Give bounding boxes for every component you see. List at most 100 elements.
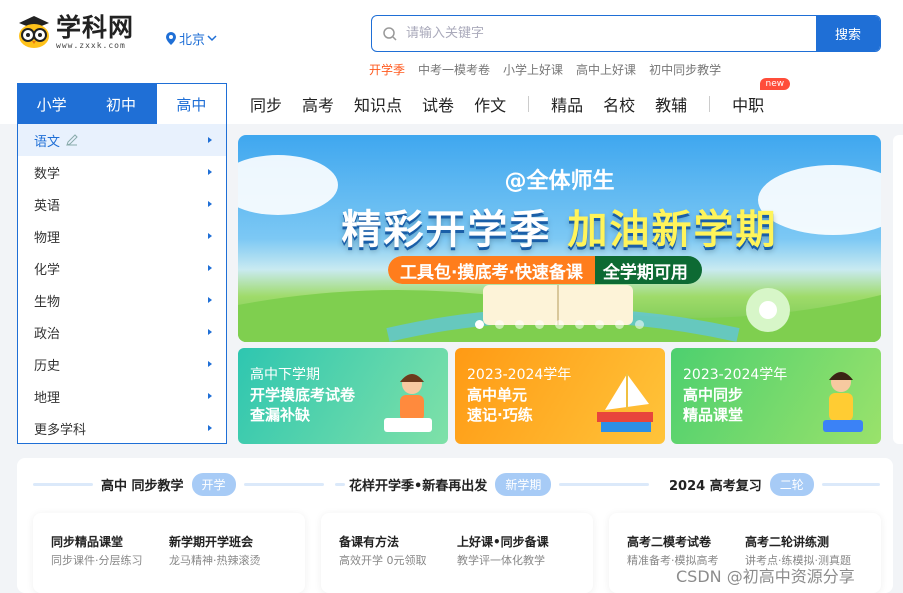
nav-item[interactable]: 知识点 — [354, 92, 402, 116]
carousel-dot[interactable] — [595, 320, 604, 329]
books-illustration-icon — [597, 374, 653, 432]
section-title: 花样开学季•新春再出发 — [349, 479, 488, 494]
caret-right-icon — [208, 137, 212, 143]
subject-label: 英语 — [34, 198, 61, 214]
section-badge: 开学 — [191, 473, 236, 496]
caret-right-icon — [208, 393, 212, 399]
site-logo[interactable]: 学科网 www.zxxk.com — [16, 14, 134, 50]
feature-desc: 教学评一体化教学 — [457, 554, 545, 567]
caret-right-icon — [208, 265, 212, 271]
hero-banner[interactable]: @全体师生 精彩开学季 加油新学期 工具包·摸底考·快速备课 全学期可用 — [238, 135, 881, 342]
nav-item[interactable]: 作文 — [474, 92, 506, 116]
nav-item[interactable]: 名校 — [603, 92, 635, 116]
hot-keyword[interactable]: 开学季 — [369, 61, 405, 78]
carousel-dot[interactable] — [615, 320, 624, 329]
banner-title-a: 精彩开学季 — [341, 207, 552, 253]
main-nav: 同步 高考 知识点 试卷 作文 精品 名校 教辅 中职 new — [250, 78, 791, 116]
promo-card[interactable]: 2023-2024学年 高中单元 速记·巧练 — [455, 348, 665, 444]
carousel-dot[interactable] — [555, 320, 564, 329]
feature-desc: 同步课件·分层练习 — [51, 554, 143, 567]
subject-item[interactable]: 生物 — [18, 284, 226, 316]
nav-item-label: 中职 — [732, 96, 765, 115]
carousel-dot[interactable] — [575, 320, 584, 329]
carousel-dot[interactable] — [635, 320, 644, 329]
subject-item[interactable]: 历史 — [18, 348, 226, 380]
city-label: 北京 — [179, 33, 206, 48]
search-input[interactable] — [406, 26, 786, 41]
subject-item[interactable]: 物理 — [18, 220, 226, 252]
new-badge: new — [759, 78, 791, 90]
divider-line — [33, 483, 93, 486]
hot-keyword[interactable]: 中考一模考卷 — [418, 61, 490, 78]
feature-desc: 龙马精神·热辣滚烫 — [169, 554, 261, 567]
feature-title: 上好课•同步备课 — [457, 535, 549, 549]
banner-pill-right: 全学期可用 — [594, 256, 702, 284]
divider-line — [243, 483, 324, 486]
nav-item-vocational[interactable]: 中职 new — [732, 78, 791, 116]
tab-senior[interactable]: 高中 — [155, 83, 227, 125]
hot-keyword[interactable]: 高中上好课 — [576, 61, 636, 78]
nav-item[interactable]: 精品 — [551, 92, 583, 116]
feature-title: 备课有方法 — [339, 535, 400, 549]
search-button[interactable]: 搜索 — [816, 16, 880, 51]
section-title: 2024 高考复习 — [669, 479, 762, 494]
divider-line — [821, 483, 880, 486]
banner-pill: 工具包·摸底考·快速备课 全学期可用 — [388, 256, 702, 284]
tab-primary[interactable]: 小学 — [17, 83, 86, 125]
tab-junior[interactable]: 初中 — [86, 83, 155, 125]
section-header: 花样开学季•新春再出发 新学期 — [335, 473, 650, 496]
subject-item[interactable]: 数学 — [18, 156, 226, 188]
hot-keyword[interactable]: 小学上好课 — [503, 61, 563, 78]
student-illustration-icon — [823, 372, 863, 432]
subject-label: 物理 — [34, 230, 61, 246]
divider-line — [335, 483, 345, 486]
caret-right-icon — [208, 329, 212, 335]
subject-item[interactable]: 英语 — [18, 188, 226, 220]
promo-card[interactable]: 2023-2024学年 高中同步 精品课堂 — [671, 348, 881, 444]
section-panel: 同步精品课堂 同步课件·分层练习 新学期开学班会 龙马精神·热辣滚烫 — [33, 513, 305, 593]
carousel-dot[interactable] — [495, 320, 504, 329]
nav-divider — [528, 96, 530, 112]
feature-link[interactable]: 同步精品课堂 同步课件·分层练习 — [51, 533, 169, 571]
subject-label: 语文 — [34, 134, 61, 150]
subject-item[interactable]: 政治 — [18, 316, 226, 348]
subject-item[interactable]: 地理 — [18, 380, 226, 412]
city-selector[interactable]: 北京 — [166, 29, 220, 48]
banner-pill-left: 工具包·摸底考·快速备课 — [388, 256, 595, 284]
promo-card[interactable]: 高中下学期 开学摸底考试卷 查漏补缺 — [238, 348, 448, 444]
carousel-dot[interactable] — [535, 320, 544, 329]
section-badge: 二轮 — [769, 473, 814, 496]
feature-title: 新学期开学班会 — [169, 535, 254, 549]
section-header: 高中 同步教学 开学 — [33, 473, 324, 496]
hot-keyword[interactable]: 初中同步教学 — [649, 61, 721, 78]
caret-right-icon — [208, 361, 212, 367]
feature-link[interactable]: 备课有方法 高效开学 0元领取 — [339, 533, 457, 571]
feature-title: 高考二轮讲练测 — [745, 535, 830, 549]
nav-item[interactable]: 高考 — [302, 92, 334, 116]
carousel-dot[interactable] — [515, 320, 524, 329]
banner-at-line: @全体师生 — [504, 169, 615, 194]
subject-label: 地理 — [34, 390, 61, 406]
subject-item[interactable]: 更多学科 — [18, 412, 226, 444]
subject-item[interactable]: 化学 — [18, 252, 226, 284]
feature-link[interactable]: 上好课•同步备课 教学评一体化教学 — [457, 533, 575, 571]
carousel-dot[interactable] — [475, 320, 484, 329]
owl-logo-icon — [16, 14, 52, 50]
nav-divider — [709, 96, 711, 112]
nav-item[interactable]: 试卷 — [422, 92, 454, 116]
search-bar: 搜索 — [371, 15, 881, 52]
csdn-watermark: CSDN @初高中资源分享 — [676, 567, 855, 586]
subject-label: 数学 — [34, 166, 61, 182]
feature-link[interactable]: 新学期开学班会 龙马精神·热辣滚烫 — [169, 533, 287, 571]
caret-right-icon — [208, 233, 212, 239]
nav-item[interactable]: 同步 — [250, 92, 282, 116]
logo-url: www.zxxk.com — [56, 40, 126, 50]
subject-item[interactable]: 语文 — [18, 124, 226, 156]
next-banner-peek — [893, 135, 903, 444]
banner-title: 精彩开学季 加油新学期 — [238, 197, 881, 255]
section-badge: 新学期 — [495, 473, 552, 496]
nav-item[interactable]: 教辅 — [655, 92, 687, 116]
feature-desc: 高效开学 0元领取 — [339, 554, 427, 567]
subject-label: 更多学科 — [34, 422, 87, 438]
subject-label: 历史 — [34, 358, 61, 374]
